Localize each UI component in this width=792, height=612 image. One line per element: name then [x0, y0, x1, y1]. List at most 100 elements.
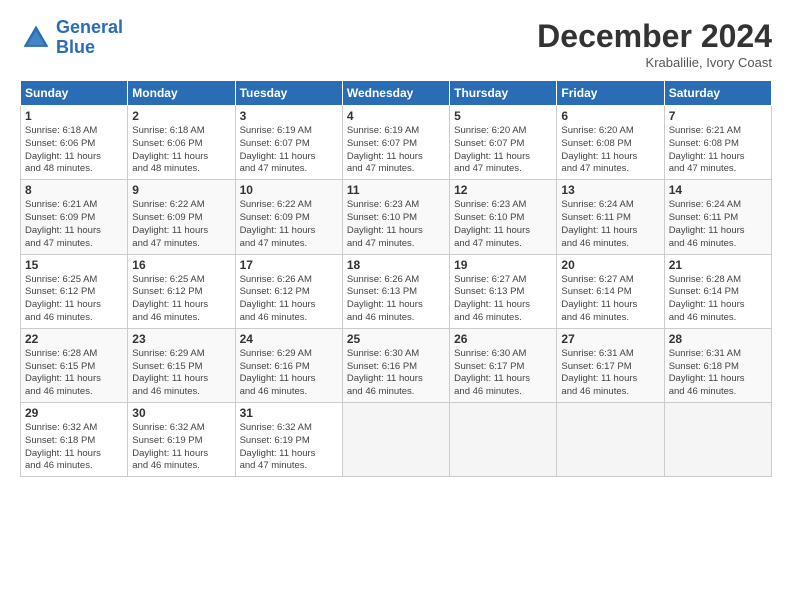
cell-info: Sunrise: 6:23 AM Sunset: 6:10 PM Dayligh…	[347, 199, 445, 250]
calendar-cell	[450, 403, 557, 477]
day-number: 13	[561, 183, 659, 197]
day-number: 20	[561, 258, 659, 272]
cell-info: Sunrise: 6:19 AM Sunset: 6:07 PM Dayligh…	[347, 125, 445, 176]
col-sunday: Sunday	[21, 81, 128, 106]
cell-info: Sunrise: 6:26 AM Sunset: 6:12 PM Dayligh…	[240, 274, 338, 325]
col-thursday: Thursday	[450, 81, 557, 106]
calendar-table: Sunday Monday Tuesday Wednesday Thursday…	[20, 80, 772, 477]
cell-info: Sunrise: 6:32 AM Sunset: 6:18 PM Dayligh…	[25, 422, 123, 473]
calendar-cell: 16Sunrise: 6:25 AM Sunset: 6:12 PM Dayli…	[128, 254, 235, 328]
calendar-cell: 28 Sunrise: 6:31 AM Sunset: 6:18 PM Dayli…	[664, 328, 771, 402]
cell-info: Sunrise: 6:32 AM Sunset: 6:19 PM Dayligh…	[132, 422, 230, 473]
cell-info: Sunrise: 6:27 AM Sunset: 6:14 PM Dayligh…	[561, 274, 659, 325]
day-number: 26	[454, 332, 552, 346]
month-year: December 2024	[537, 18, 772, 55]
calendar-row: 8Sunrise: 6:21 AM Sunset: 6:09 PM Daylig…	[21, 180, 772, 254]
calendar-cell: 5 Sunrise: 6:20 AM Sunset: 6:07 PM Daylig…	[450, 106, 557, 180]
calendar-cell: 30Sunrise: 6:32 AM Sunset: 6:19 PM Dayli…	[128, 403, 235, 477]
day-number: 12	[454, 183, 552, 197]
calendar-cell: 29 Sunrise: 6:32 AM Sunset: 6:18 PM Dayli…	[21, 403, 128, 477]
col-tuesday: Tuesday	[235, 81, 342, 106]
day-number: 21	[669, 258, 767, 272]
day-number: 31	[240, 406, 338, 420]
logo: General Blue	[20, 18, 123, 58]
cell-info: Sunrise: 6:22 AM Sunset: 6:09 PM Dayligh…	[132, 199, 230, 250]
logo-icon	[20, 22, 52, 54]
logo-blue: Blue	[56, 37, 95, 57]
cell-info: Sunrise: 6:30 AM Sunset: 6:17 PM Dayligh…	[454, 348, 552, 399]
cell-info: Sunrise: 6:24 AM Sunset: 6:11 PM Dayligh…	[669, 199, 767, 250]
day-number: 23	[132, 332, 230, 346]
calendar-cell: 10 Sunrise: 6:22 AM Sunset: 6:09 PM Dayli…	[235, 180, 342, 254]
calendar-cell: 20 Sunrise: 6:27 AM Sunset: 6:14 PM Dayli…	[557, 254, 664, 328]
cell-info: Sunrise: 6:31 AM Sunset: 6:17 PM Dayligh…	[561, 348, 659, 399]
cell-info: Sunrise: 6:22 AM Sunset: 6:09 PM Dayligh…	[240, 199, 338, 250]
calendar-cell	[664, 403, 771, 477]
cell-info: Sunrise: 6:29 AM Sunset: 6:16 PM Dayligh…	[240, 348, 338, 399]
calendar-cell: 25 Sunrise: 6:30 AM Sunset: 6:16 PM Dayli…	[342, 328, 449, 402]
calendar-row: 29 Sunrise: 6:32 AM Sunset: 6:18 PM Dayli…	[21, 403, 772, 477]
calendar-cell: 23 Sunrise: 6:29 AM Sunset: 6:15 PM Dayli…	[128, 328, 235, 402]
calendar-cell: 27 Sunrise: 6:31 AM Sunset: 6:17 PM Dayli…	[557, 328, 664, 402]
cell-info: Sunrise: 6:31 AM Sunset: 6:18 PM Dayligh…	[669, 348, 767, 399]
calendar-cell	[557, 403, 664, 477]
day-number: 18	[347, 258, 445, 272]
logo-text: General Blue	[56, 18, 123, 58]
cell-info: Sunrise: 6:18 AM Sunset: 6:06 PM Dayligh…	[25, 125, 123, 176]
col-friday: Friday	[557, 81, 664, 106]
day-number: 25	[347, 332, 445, 346]
calendar-cell: 4 Sunrise: 6:19 AM Sunset: 6:07 PM Daylig…	[342, 106, 449, 180]
day-number: 28	[669, 332, 767, 346]
calendar-cell: 24 Sunrise: 6:29 AM Sunset: 6:16 PM Dayli…	[235, 328, 342, 402]
calendar-cell: 11 Sunrise: 6:23 AM Sunset: 6:10 PM Dayli…	[342, 180, 449, 254]
calendar-row: 1Sunrise: 6:18 AM Sunset: 6:06 PM Daylig…	[21, 106, 772, 180]
cell-info: Sunrise: 6:29 AM Sunset: 6:15 PM Dayligh…	[132, 348, 230, 399]
cell-info: Sunrise: 6:18 AM Sunset: 6:06 PM Dayligh…	[132, 125, 230, 176]
cell-info: Sunrise: 6:30 AM Sunset: 6:16 PM Dayligh…	[347, 348, 445, 399]
calendar-cell: 18 Sunrise: 6:26 AM Sunset: 6:13 PM Dayli…	[342, 254, 449, 328]
col-monday: Monday	[128, 81, 235, 106]
day-number: 27	[561, 332, 659, 346]
cell-info: Sunrise: 6:23 AM Sunset: 6:10 PM Dayligh…	[454, 199, 552, 250]
calendar-cell: 8Sunrise: 6:21 AM Sunset: 6:09 PM Daylig…	[21, 180, 128, 254]
cell-info: Sunrise: 6:20 AM Sunset: 6:08 PM Dayligh…	[561, 125, 659, 176]
calendar-cell: 9Sunrise: 6:22 AM Sunset: 6:09 PM Daylig…	[128, 180, 235, 254]
calendar-cell: 2 Sunrise: 6:18 AM Sunset: 6:06 PM Daylig…	[128, 106, 235, 180]
col-wednesday: Wednesday	[342, 81, 449, 106]
cell-info: Sunrise: 6:27 AM Sunset: 6:13 PM Dayligh…	[454, 274, 552, 325]
cell-info: Sunrise: 6:32 AM Sunset: 6:19 PM Dayligh…	[240, 422, 338, 473]
cell-info: Sunrise: 6:20 AM Sunset: 6:07 PM Dayligh…	[454, 125, 552, 176]
calendar-cell: 12 Sunrise: 6:23 AM Sunset: 6:10 PM Dayli…	[450, 180, 557, 254]
day-number: 15	[25, 258, 123, 272]
day-number: 19	[454, 258, 552, 272]
day-number: 2	[132, 109, 230, 123]
title-block: December 2024 Krabalilie, Ivory Coast	[537, 18, 772, 70]
day-number: 5	[454, 109, 552, 123]
day-number: 10	[240, 183, 338, 197]
cell-info: Sunrise: 6:26 AM Sunset: 6:13 PM Dayligh…	[347, 274, 445, 325]
day-number: 29	[25, 406, 123, 420]
calendar-cell: 21 Sunrise: 6:28 AM Sunset: 6:14 PM Dayli…	[664, 254, 771, 328]
calendar-cell: 22Sunrise: 6:28 AM Sunset: 6:15 PM Dayli…	[21, 328, 128, 402]
calendar-cell: 7Sunrise: 6:21 AM Sunset: 6:08 PM Daylig…	[664, 106, 771, 180]
calendar-cell: 19 Sunrise: 6:27 AM Sunset: 6:13 PM Dayli…	[450, 254, 557, 328]
cell-info: Sunrise: 6:19 AM Sunset: 6:07 PM Dayligh…	[240, 125, 338, 176]
day-number: 22	[25, 332, 123, 346]
cell-info: Sunrise: 6:28 AM Sunset: 6:14 PM Dayligh…	[669, 274, 767, 325]
header-row: Sunday Monday Tuesday Wednesday Thursday…	[21, 81, 772, 106]
calendar-cell: 13Sunrise: 6:24 AM Sunset: 6:11 PM Dayli…	[557, 180, 664, 254]
day-number: 4	[347, 109, 445, 123]
calendar-cell: 1Sunrise: 6:18 AM Sunset: 6:06 PM Daylig…	[21, 106, 128, 180]
calendar-row: 15Sunrise: 6:25 AM Sunset: 6:12 PM Dayli…	[21, 254, 772, 328]
calendar-cell: 14Sunrise: 6:24 AM Sunset: 6:11 PM Dayli…	[664, 180, 771, 254]
day-number: 16	[132, 258, 230, 272]
page: General Blue December 2024 Krabalilie, I…	[0, 0, 792, 612]
day-number: 8	[25, 183, 123, 197]
cell-info: Sunrise: 6:21 AM Sunset: 6:08 PM Dayligh…	[669, 125, 767, 176]
day-number: 11	[347, 183, 445, 197]
calendar-cell: 31 Sunrise: 6:32 AM Sunset: 6:19 PM Dayli…	[235, 403, 342, 477]
day-number: 6	[561, 109, 659, 123]
calendar-cell	[342, 403, 449, 477]
day-number: 24	[240, 332, 338, 346]
calendar-cell: 15Sunrise: 6:25 AM Sunset: 6:12 PM Dayli…	[21, 254, 128, 328]
